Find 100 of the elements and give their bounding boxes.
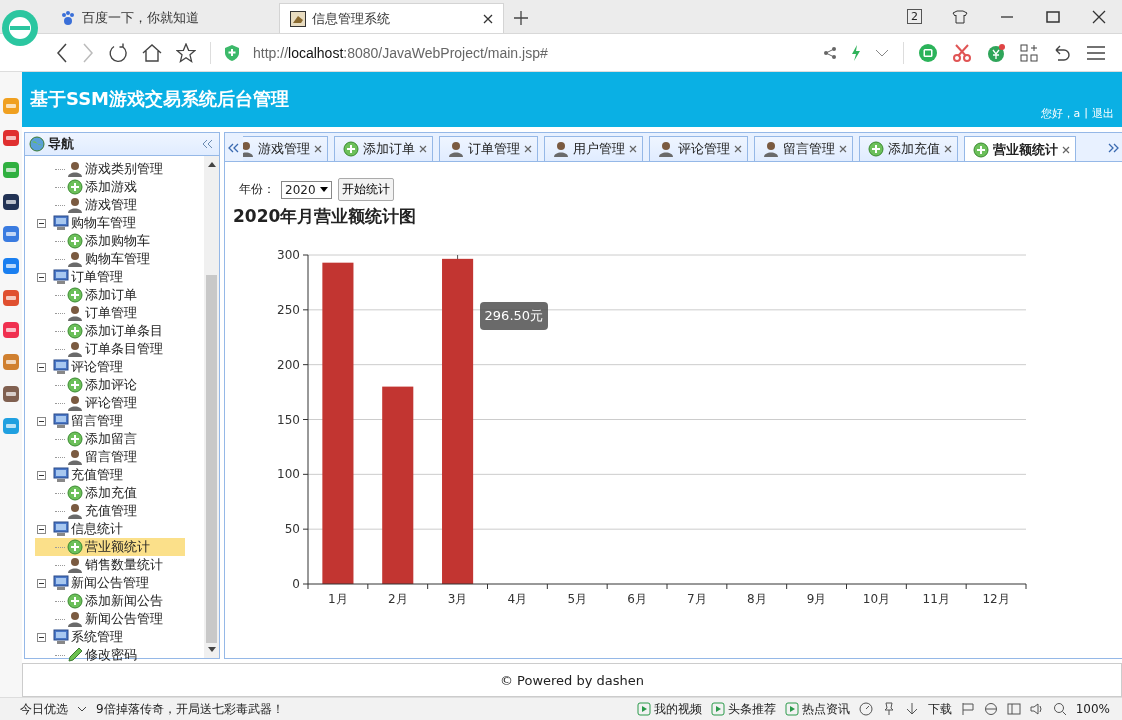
collapse-box-icon[interactable]	[37, 416, 46, 426]
tree-group[interactable]: 留言管理	[71, 412, 123, 430]
tree-item[interactable]: 购物车管理	[25, 250, 204, 268]
browser-icon[interactable]	[983, 702, 998, 716]
speaker-icon[interactable]	[1029, 702, 1044, 716]
page-tab[interactable]: 评论管理	[649, 136, 748, 161]
tree-item[interactable]: 添加新闻公告	[25, 592, 204, 610]
collapse-box-icon[interactable]	[37, 524, 46, 534]
tree-item[interactable]: 充值管理	[25, 502, 204, 520]
tree-group[interactable]: 订单管理	[71, 268, 123, 286]
news-link[interactable]: 9倍掉落传奇，开局送七彩毒武器！	[96, 700, 284, 718]
share-icon[interactable]	[823, 45, 837, 60]
separator-text: |	[1084, 106, 1088, 121]
app-shortcut-icon[interactable]	[2, 385, 20, 403]
close-icon[interactable]	[1092, 10, 1106, 24]
chevron-down-icon[interactable]	[77, 706, 87, 712]
tree-item[interactable]: 添加订单	[25, 286, 204, 304]
tree-item[interactable]: 留言管理	[25, 448, 204, 466]
flag-icon[interactable]	[960, 702, 975, 716]
bar[interactable]	[322, 262, 354, 584]
person-icon	[67, 161, 83, 177]
dropdown-arrow-icon[interactable]	[319, 187, 328, 192]
page-tab[interactable]: 用户管理	[544, 136, 643, 161]
tree-group[interactable]: 系统管理	[71, 628, 123, 646]
address-field[interactable]: http://localhost:8080/JavaWebProject/main.jsp#	[253, 44, 548, 61]
window-icon[interactable]	[1006, 702, 1021, 716]
tree-group[interactable]: 购物车管理	[71, 214, 136, 232]
skin-icon[interactable]	[952, 10, 968, 24]
tree-group[interactable]: 评论管理	[71, 358, 123, 376]
tree-item[interactable]: 添加订单条目	[25, 322, 204, 340]
tree-item[interactable]: 添加购物车	[25, 232, 204, 250]
tree-item[interactable]: 订单管理	[25, 304, 204, 322]
browser-tab[interactable]: 百度一下，你就知道	[50, 3, 275, 33]
close-icon[interactable]	[1062, 145, 1070, 154]
tree-item[interactable]: 游戏类别管理	[25, 160, 204, 178]
tree-item[interactable]: 新闻公告管理	[25, 610, 204, 628]
tv-icon[interactable]	[918, 42, 938, 63]
scissors-icon[interactable]	[952, 42, 972, 63]
tree-group[interactable]: 新闻公告管理	[71, 574, 149, 592]
status-text[interactable]: 今日优选	[20, 700, 68, 718]
close-icon[interactable]	[483, 13, 493, 24]
star-icon[interactable]	[176, 42, 196, 63]
page-tab[interactable]: 游戏管理	[243, 136, 328, 161]
start-button[interactable]: 开始统计	[337, 178, 394, 201]
tree-item[interactable]: 添加留言	[25, 430, 204, 448]
scroll-down-icon[interactable]	[207, 647, 216, 652]
tree-item[interactable]: 修改密码	[25, 646, 204, 664]
status-item[interactable]: 热点资讯	[784, 700, 850, 718]
scroll-left-icon[interactable]	[227, 143, 239, 153]
collapse-box-icon[interactable]	[37, 272, 46, 282]
apps-icon[interactable]	[1020, 43, 1038, 62]
page-tab[interactable]: 订单管理	[439, 136, 538, 161]
tree-item[interactable]: 评论管理	[25, 394, 204, 412]
page-tab[interactable]: 添加充值	[859, 136, 958, 161]
download-icon[interactable]	[904, 702, 919, 716]
tree-item[interactable]: 销售数量统计	[25, 556, 204, 574]
reload-icon[interactable]	[108, 42, 128, 63]
zoom-level[interactable]: 100%	[1075, 702, 1110, 716]
scroll-up-icon[interactable]	[207, 162, 216, 167]
new-tab-icon[interactable]	[514, 11, 528, 25]
tree-item[interactable]: 添加游戏	[25, 178, 204, 196]
lightning-icon[interactable]	[851, 44, 861, 61]
wallet-icon[interactable]	[986, 42, 1006, 63]
tab-count[interactable]: 2	[907, 9, 922, 24]
app-shortcut-icon[interactable]	[2, 193, 20, 211]
collapse-box-icon[interactable]	[37, 362, 46, 372]
speed-icon[interactable]	[858, 702, 873, 716]
collapse-icon[interactable]	[201, 139, 213, 149]
status-item[interactable]: 我的视频	[636, 700, 702, 718]
menu-icon[interactable]	[1086, 44, 1106, 61]
maximize-icon[interactable]	[1046, 10, 1060, 24]
tree-item[interactable]: 订单条目管理	[25, 340, 204, 358]
collapse-box-icon[interactable]	[37, 218, 46, 228]
page-tab[interactable]: 添加订单	[334, 136, 433, 161]
collapse-box-icon[interactable]	[37, 578, 46, 588]
tree-item[interactable]: 添加充值	[25, 484, 204, 502]
tree-group[interactable]: 信息统计	[71, 520, 123, 538]
scroll-right-icon[interactable]	[1108, 143, 1120, 153]
person-icon	[67, 251, 83, 267]
back-icon[interactable]	[56, 42, 68, 63]
download-link[interactable]: 下载	[927, 700, 952, 718]
browser-tab[interactable]: 信息管理系统	[279, 3, 504, 33]
page-tab[interactable]: 留言管理	[754, 136, 853, 161]
tree-item[interactable]: 游戏管理	[25, 196, 204, 214]
play-icon	[636, 702, 651, 716]
tree-group[interactable]: 充值管理	[71, 466, 123, 484]
scrollbar[interactable]	[204, 156, 219, 658]
bar[interactable]	[382, 386, 414, 584]
axis-label: 2月	[387, 592, 408, 606]
bar[interactable]	[442, 258, 474, 584]
page-tab[interactable]: 营业额统计	[964, 136, 1076, 161]
tree-item[interactable]: 添加评论	[25, 376, 204, 394]
home-icon[interactable]	[142, 42, 162, 63]
zoom-icon[interactable]	[1052, 702, 1067, 716]
collapse-box-icon[interactable]	[37, 470, 46, 480]
collapse-box-icon[interactable]	[37, 632, 46, 642]
person-icon	[67, 449, 83, 465]
year-select[interactable]: 2020	[281, 180, 332, 199]
tree-item[interactable]: 营业额统计	[35, 538, 185, 556]
status-item[interactable]: 头条推荐	[710, 700, 776, 718]
